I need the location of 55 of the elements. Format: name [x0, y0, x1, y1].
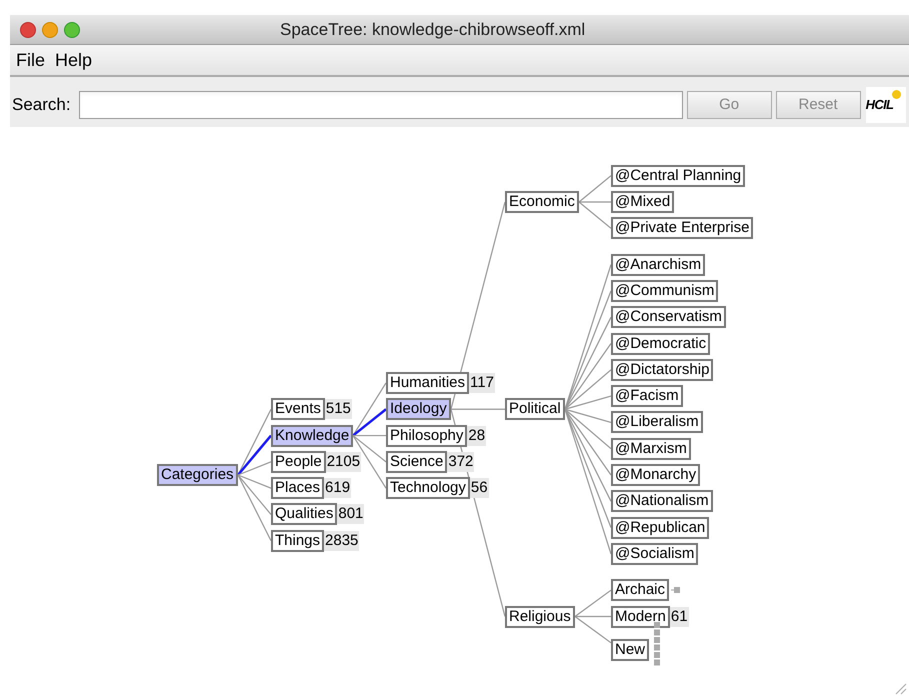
node-count: 2105 [326, 452, 362, 472]
node-count: 117 [469, 372, 495, 393]
resize-grip-icon [893, 681, 907, 695]
tree-node[interactable]: Science [386, 450, 448, 473]
zoom-button[interactable] [64, 22, 80, 38]
tree-node[interactable]: Things [271, 530, 324, 552]
tree-node[interactable]: Knowledge [271, 424, 354, 447]
tree-node[interactable]: @Communism [611, 280, 718, 302]
tree-node[interactable]: Modern [611, 606, 670, 628]
tree-node[interactable]: Events [271, 398, 325, 420]
close-button[interactable] [20, 22, 36, 38]
tree-node[interactable]: @Democratic [611, 332, 710, 354]
tree-node[interactable]: New [611, 638, 650, 661]
tree-node[interactable]: @Liberalism [611, 411, 703, 434]
node-count: 619 [324, 478, 352, 498]
tree-node[interactable]: Economic [505, 191, 579, 213]
search-field[interactable] [78, 91, 683, 119]
tree-node[interactable]: @Republican [611, 516, 710, 539]
window-title: SpaceTree: knowledge-chibrowseoff.xml [280, 18, 586, 41]
tree-node[interactable]: @Monarchy [611, 464, 700, 486]
node-count: 28 [467, 426, 486, 446]
tree-node[interactable]: @Facism [611, 385, 683, 408]
minimize-button[interactable] [42, 22, 58, 38]
square-marker-icon [671, 586, 682, 594]
tree-node[interactable]: Political [505, 398, 565, 420]
stacked-squares-icon [651, 622, 662, 668]
node-count: 2835 [324, 530, 360, 551]
menu-item[interactable]: Help [55, 46, 92, 74]
search-label: Search: [12, 94, 71, 116]
tree-node[interactable]: Philosophy [386, 424, 468, 447]
tree-node[interactable]: People [271, 450, 326, 473]
tree-node[interactable]: Archaic [611, 579, 670, 602]
tree-node[interactable]: Qualities [271, 503, 338, 526]
node-count: 372 [447, 452, 474, 472]
tree-node[interactable]: Ideology [386, 398, 451, 420]
node-count: 515 [324, 399, 352, 420]
tree-node[interactable]: @Marxism [611, 438, 691, 460]
tree-node[interactable]: @Nationalism [611, 490, 713, 512]
tree-node[interactable]: @Socialism [611, 542, 698, 565]
tree-node[interactable]: @Central Planning [611, 164, 746, 187]
tree-node[interactable]: Categories [157, 464, 238, 486]
tree-node[interactable]: Religious [505, 606, 575, 628]
tree-node[interactable]: Places [271, 477, 324, 500]
tree-node[interactable]: @Dictatorship [611, 358, 714, 381]
menu-item[interactable]: File [16, 46, 46, 74]
tree-node[interactable]: @Anarchism [611, 254, 706, 276]
node-count: 801 [337, 504, 364, 524]
tree-node[interactable]: @Mixed [611, 191, 674, 213]
tree-node[interactable]: Technology [386, 477, 470, 500]
node-count: 61 [670, 606, 689, 626]
tree-node[interactable]: @Private Enterprise [611, 217, 754, 240]
tree-node[interactable]: @Conservatism [611, 306, 726, 328]
node-count: 56 [470, 478, 489, 498]
tree-node[interactable]: Humanities [386, 372, 470, 394]
logo: HCIL [866, 87, 906, 123]
